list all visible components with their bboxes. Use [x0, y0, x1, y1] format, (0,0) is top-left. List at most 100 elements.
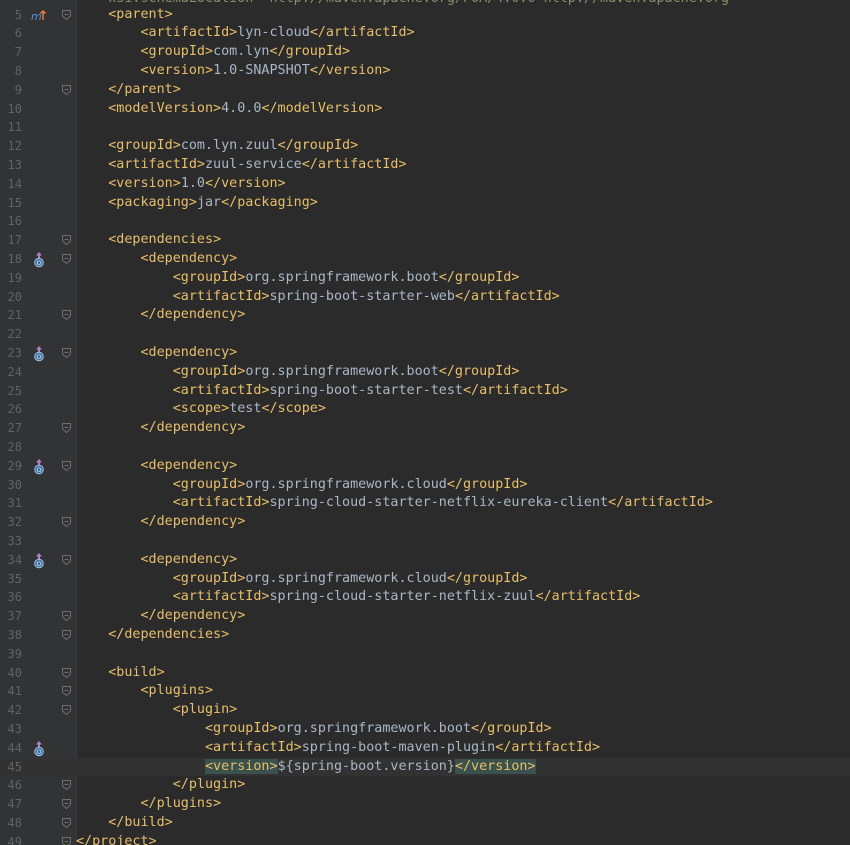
- code-line-12[interactable]: 12 <groupId>com.lyn.zuul</groupId>: [0, 137, 850, 156]
- code-text[interactable]: <artifactId>lyn-cloud</artifactId>: [76, 24, 415, 43]
- code-text[interactable]: <artifactId>spring-cloud-starter-netflix…: [76, 588, 641, 607]
- code-line-45[interactable]: 45 <version>${spring-boot.version}</vers…: [0, 757, 850, 777]
- code-line-34[interactable]: 34 O <dependency>: [0, 551, 850, 570]
- code-line-16[interactable]: 16: [0, 212, 850, 231]
- overrides-parent-icon[interactable]: O: [32, 251, 46, 268]
- code-text[interactable]: </dependency>: [76, 607, 246, 626]
- code-text[interactable]: <groupId>org.springframework.boot</group…: [76, 269, 520, 288]
- code-line-25[interactable]: 25 <artifactId>spring-boot-starter-test<…: [0, 382, 850, 401]
- code-line-13[interactable]: 13 <artifactId>zuul-service</artifactId>: [0, 156, 850, 175]
- code-text[interactable]: <dependencies>: [76, 231, 221, 250]
- code-line-29[interactable]: 29 O <dependency>: [0, 457, 850, 476]
- fold-marker-icon[interactable]: [62, 253, 71, 264]
- code-text[interactable]: </plugins>: [76, 795, 222, 814]
- fold-marker-icon[interactable]: [62, 9, 71, 20]
- code-line-22[interactable]: 22: [0, 325, 850, 344]
- code-text[interactable]: <artifactId>spring-cloud-starter-netflix…: [76, 494, 713, 513]
- code-line-38[interactable]: 38 </dependencies>: [0, 626, 850, 645]
- code-line-28[interactable]: 28: [0, 438, 850, 457]
- code-text[interactable]: <groupId>org.springframework.cloud</grou…: [76, 570, 528, 589]
- fold-marker-icon[interactable]: [62, 836, 71, 845]
- code-line-17[interactable]: 17 <dependencies>: [0, 231, 850, 250]
- code-line-37[interactable]: 37 </dependency>: [0, 607, 850, 626]
- code-text[interactable]: <groupId>com.lyn.zuul</groupId>: [76, 137, 358, 156]
- code-line-26[interactable]: 26 <scope>test</scope>: [0, 400, 850, 419]
- fold-marker-icon[interactable]: [62, 84, 71, 95]
- code-text[interactable]: <plugins>: [76, 682, 214, 701]
- code-line-15[interactable]: 15 <packaging>jar</packaging>: [0, 194, 850, 213]
- fold-marker-icon[interactable]: [62, 235, 71, 246]
- fold-marker-icon[interactable]: [62, 780, 71, 791]
- code-text[interactable]: <scope>test</scope>: [76, 400, 326, 419]
- code-line-10[interactable]: 10 <modelVersion>4.0.0</modelVersion>: [0, 100, 850, 119]
- code-text[interactable]: <artifactId>spring-boot-starter-web</art…: [76, 288, 560, 307]
- fold-marker-icon[interactable]: [62, 667, 71, 678]
- code-line-19[interactable]: 19 <groupId>org.springframework.boot</gr…: [0, 269, 850, 288]
- code-editor[interactable]: xsi:schemaLocation="http://maven.apache.…: [0, 0, 850, 845]
- code-text[interactable]: </dependencies>: [76, 626, 229, 645]
- code-text[interactable]: <parent>: [76, 6, 173, 25]
- code-line-33[interactable]: 33: [0, 532, 850, 551]
- fold-marker-icon[interactable]: [62, 705, 71, 716]
- code-line-9[interactable]: 9 </parent>: [0, 81, 850, 100]
- fold-marker-icon[interactable]: [62, 554, 71, 565]
- code-line-14[interactable]: 14 <version>1.0</version>: [0, 175, 850, 194]
- code-line-36[interactable]: 36 <artifactId>spring-cloud-starter-netf…: [0, 588, 850, 607]
- code-text[interactable]: </project>: [76, 833, 157, 845]
- fold-marker-icon[interactable]: [62, 817, 71, 828]
- code-line-39[interactable]: 39: [0, 645, 850, 664]
- fold-marker-icon[interactable]: [62, 629, 71, 640]
- code-text[interactable]: </parent>: [76, 81, 181, 100]
- code-text[interactable]: </plugin>: [76, 776, 246, 795]
- code-line-27[interactable]: 27 </dependency>: [0, 419, 850, 438]
- code-text[interactable]: </dependency>: [76, 419, 246, 438]
- code-text[interactable]: <artifactId>spring-boot-starter-test</ar…: [76, 382, 568, 401]
- fold-marker-icon[interactable]: [62, 611, 71, 622]
- code-text[interactable]: <artifactId>zuul-service</artifactId>: [76, 156, 406, 175]
- code-line-21[interactable]: 21 </dependency>: [0, 306, 850, 325]
- code-line-48[interactable]: 48 </build>: [0, 814, 850, 833]
- code-line-5[interactable]: 5m <parent>: [0, 6, 850, 25]
- code-text[interactable]: <version>1.0-SNAPSHOT</version>: [76, 62, 391, 81]
- code-text[interactable]: </dependency>: [76, 513, 246, 532]
- code-line-43[interactable]: 43 <groupId>org.springframework.boot</gr…: [0, 720, 850, 739]
- code-line-6[interactable]: 6 <artifactId>lyn-cloud</artifactId>: [0, 24, 850, 43]
- code-text[interactable]: <artifactId>spring-boot-maven-plugin</ar…: [76, 739, 600, 758]
- code-text[interactable]: <groupId>org.springframework.boot</group…: [76, 363, 520, 382]
- code-line-24[interactable]: 24 <groupId>org.springframework.boot</gr…: [0, 363, 850, 382]
- code-line-44[interactable]: 44 O <artifactId>spring-boot-maven-plugin…: [0, 739, 850, 758]
- code-line-32[interactable]: 32 </dependency>: [0, 513, 850, 532]
- overrides-parent-icon[interactable]: O: [32, 740, 46, 757]
- overrides-parent-icon[interactable]: O: [32, 552, 46, 569]
- code-text[interactable]: <packaging>jar</packaging>: [76, 194, 318, 213]
- code-text[interactable]: <plugin>: [76, 701, 238, 720]
- code-line-40[interactable]: 40 <build>: [0, 664, 850, 683]
- code-line-35[interactable]: 35 <groupId>org.springframework.cloud</g…: [0, 570, 850, 589]
- code-text[interactable]: <groupId>org.springframework.cloud</grou…: [76, 476, 528, 495]
- code-line-42[interactable]: 42 <plugin>: [0, 701, 850, 720]
- code-text[interactable]: <dependency>: [76, 250, 238, 269]
- code-text[interactable]: <version>1.0</version>: [76, 175, 285, 194]
- fold-marker-icon[interactable]: [62, 517, 71, 528]
- code-line-18[interactable]: 18 O <dependency>: [0, 250, 850, 269]
- code-line-7[interactable]: 7 <groupId>com.lyn</groupId>: [0, 43, 850, 62]
- code-text[interactable]: <dependency>: [76, 457, 238, 476]
- overrides-parent-icon[interactable]: O: [32, 458, 46, 475]
- code-line-11[interactable]: 11: [0, 118, 850, 137]
- code-line-49[interactable]: 49 </project>: [0, 833, 850, 845]
- code-text[interactable]: <groupId>com.lyn</groupId>: [76, 43, 351, 62]
- code-text[interactable]: <modelVersion>4.0.0</modelVersion>: [76, 100, 382, 119]
- code-line-23[interactable]: 23 O <dependency>: [0, 344, 850, 363]
- code-text[interactable]: </dependency>: [76, 306, 246, 325]
- code-text[interactable]: <groupId>org.springframework.boot</group…: [76, 720, 552, 739]
- code-line-31[interactable]: 31 <artifactId>spring-cloud-starter-netf…: [0, 494, 850, 513]
- code-line-41[interactable]: 41 <plugins>: [0, 682, 850, 701]
- code-line-30[interactable]: 30 <groupId>org.springframework.cloud</g…: [0, 476, 850, 495]
- code-text[interactable]: <build>: [76, 664, 164, 683]
- code-line-46[interactable]: 46 </plugin>: [0, 776, 850, 795]
- code-text[interactable]: <version>${spring-boot.version}</version…: [76, 758, 536, 777]
- maven-project-icon[interactable]: m: [30, 8, 48, 24]
- fold-marker-icon[interactable]: [62, 460, 71, 471]
- fold-marker-icon[interactable]: [62, 799, 71, 810]
- code-line-20[interactable]: 20 <artifactId>spring-boot-starter-web</…: [0, 288, 850, 307]
